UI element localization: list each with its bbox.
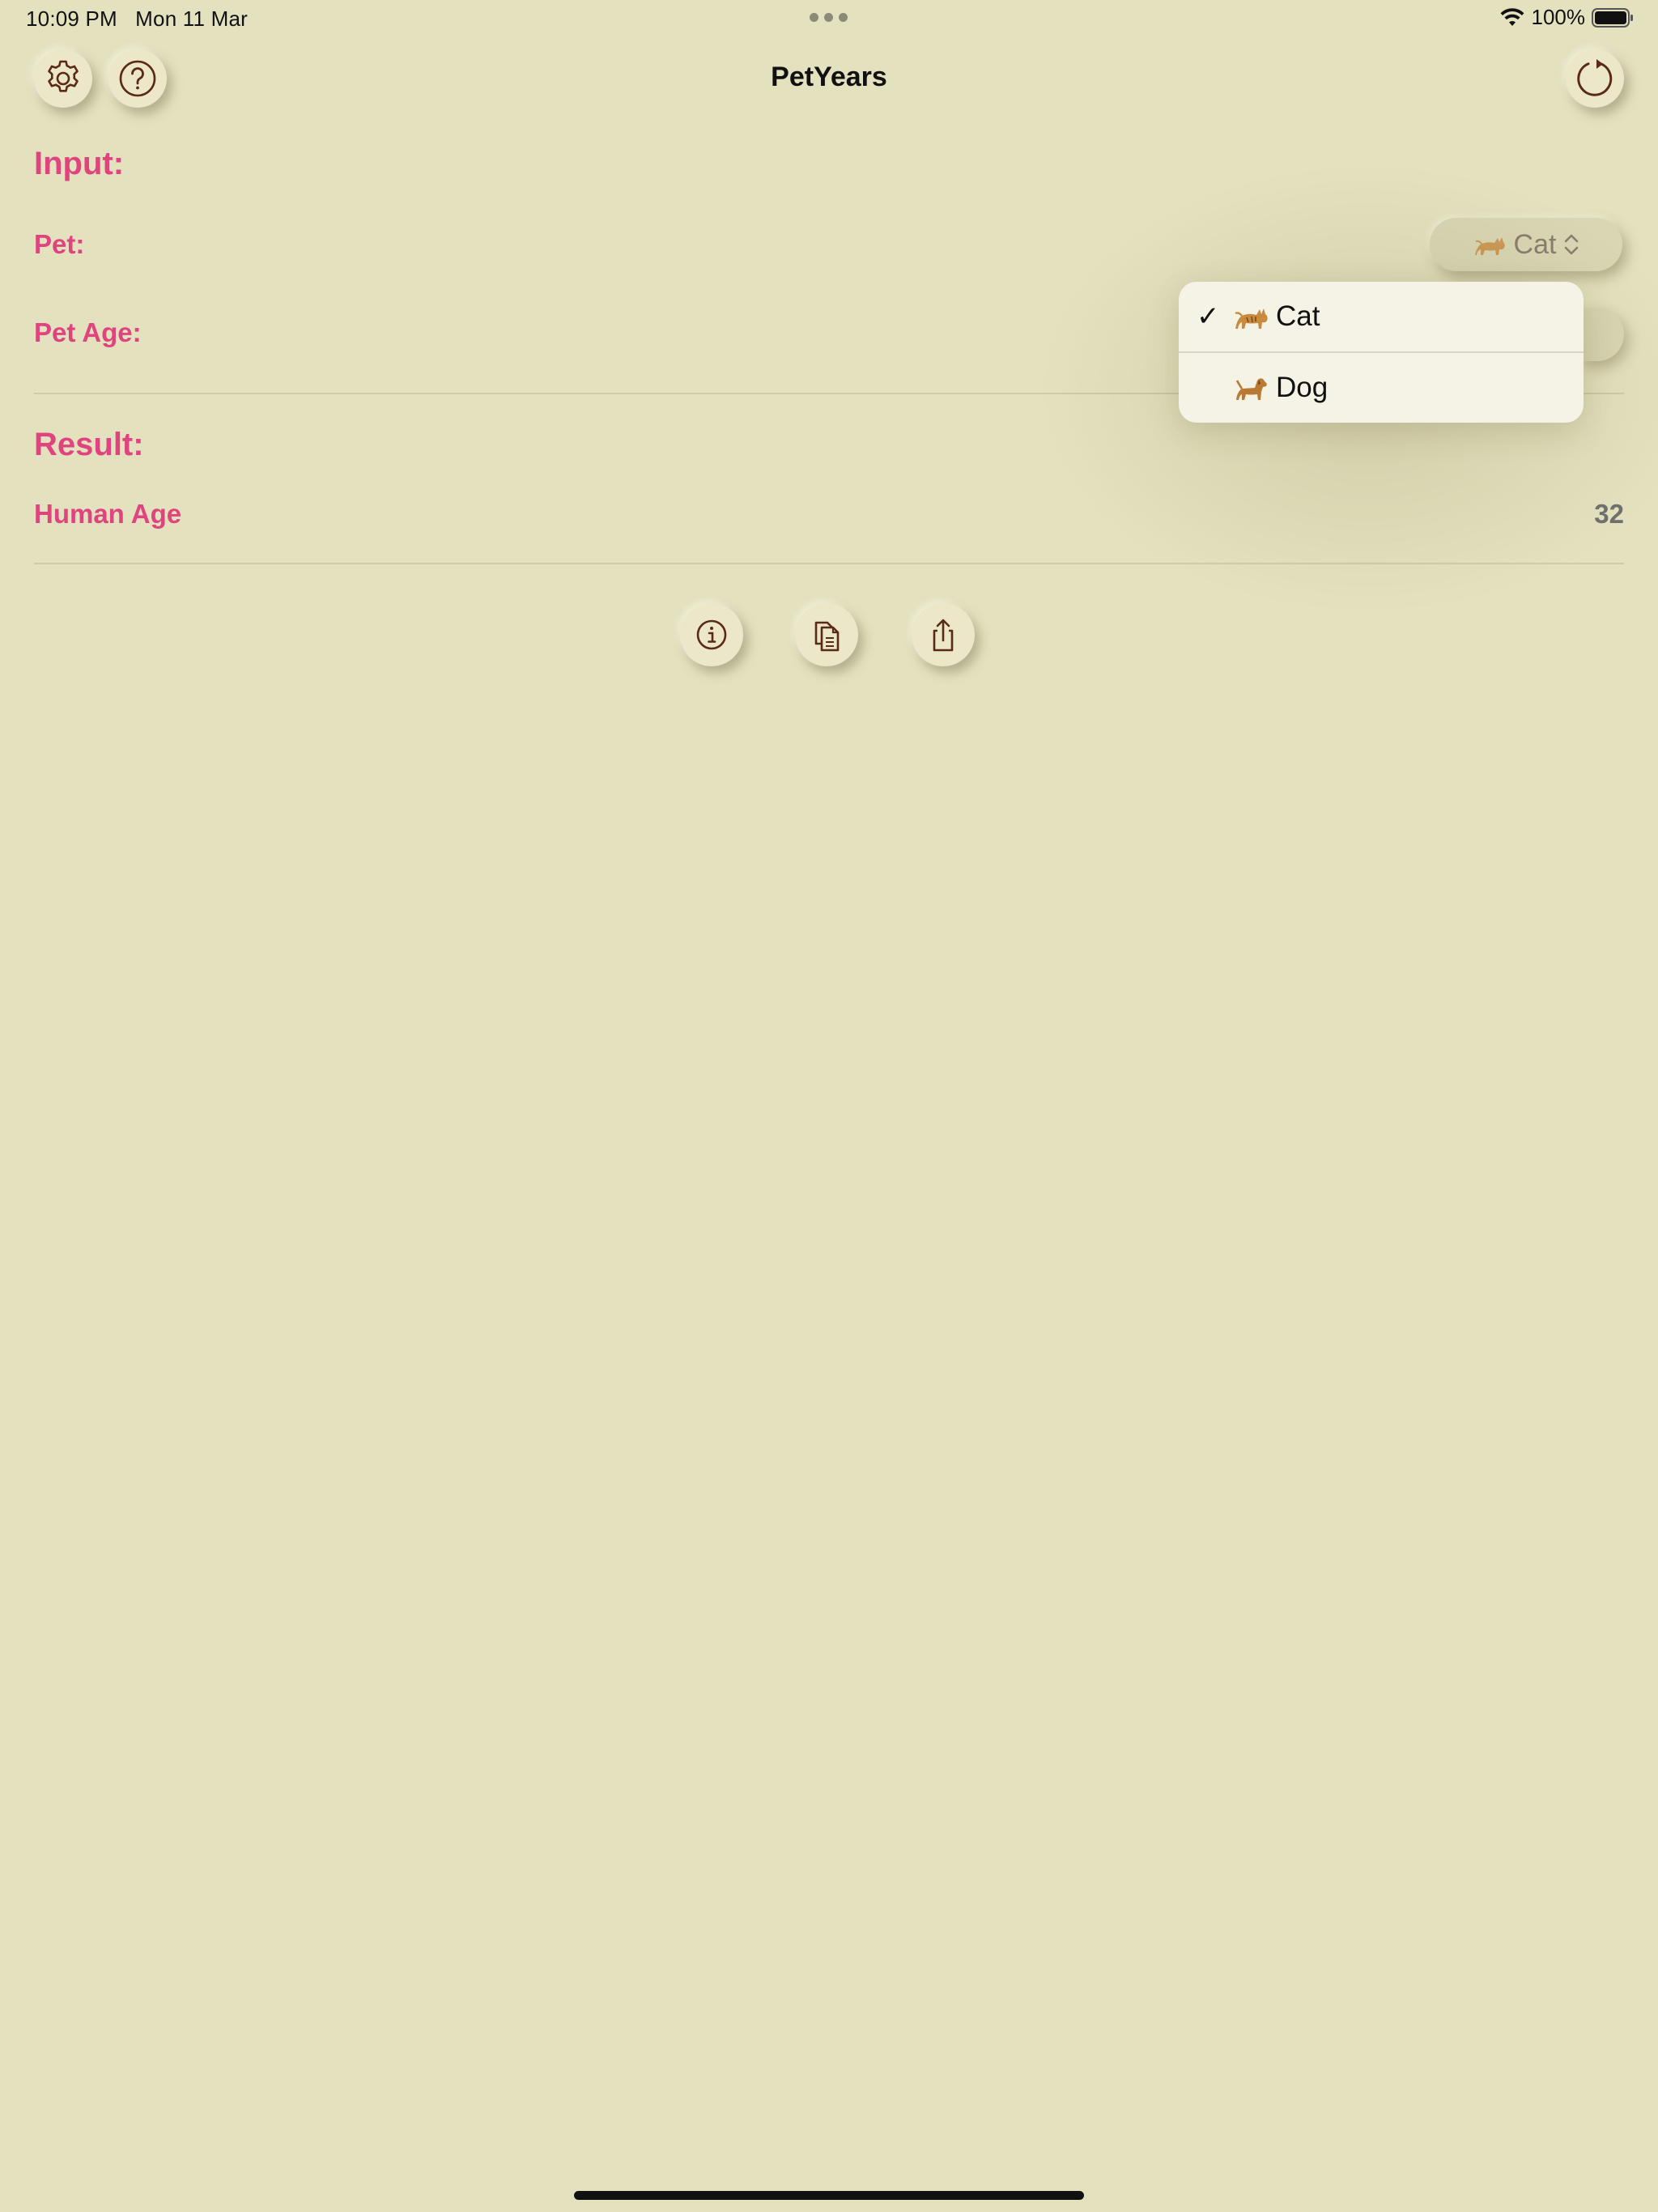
wifi-icon (1500, 7, 1524, 26)
status-time-date: 10:09 PM Mon 11 Mar (26, 6, 248, 32)
chevron-up-down-icon (1565, 234, 1579, 255)
result-section-title: Result: (34, 427, 144, 462)
cat-emoji-icon (1235, 308, 1268, 329)
copy-button[interactable] (795, 603, 858, 666)
result-divider (34, 563, 1624, 564)
human-age-label: Human Age (34, 499, 182, 529)
pet-dropdown-menu: ✓ Cat Dog (1179, 282, 1584, 423)
battery-percent: 100% (1531, 5, 1586, 29)
multitasking-dots[interactable] (810, 13, 848, 22)
pet-picker-value: Cat (1513, 228, 1557, 260)
input-section-title: Input: (34, 146, 125, 181)
pet-label: Pet: (34, 229, 85, 259)
battery-icon (1592, 7, 1633, 28)
info-icon (696, 619, 727, 650)
pet-picker-button[interactable]: Cat (1430, 218, 1622, 271)
share-icon (933, 619, 954, 652)
checkmark-icon: ✓ (1197, 301, 1220, 332)
info-button[interactable] (680, 603, 743, 666)
status-indicators: 100% (1499, 5, 1635, 30)
pet-age-field[interactable] (1579, 308, 1624, 361)
page-title: PetYears (771, 62, 887, 92)
share-button[interactable] (912, 603, 975, 666)
menu-item-cat[interactable]: ✓ Cat (1179, 282, 1584, 351)
menu-item-dog[interactable]: Dog (1179, 353, 1584, 423)
cat-emoji-icon (1474, 237, 1505, 255)
home-indicator[interactable] (574, 2191, 1084, 2200)
pet-age-label: Pet Age: (34, 317, 142, 347)
menu-item-cat-label: Cat (1276, 300, 1320, 332)
status-time: 10:09 PM (26, 6, 117, 31)
status-date: Mon 11 Mar (135, 6, 248, 31)
reset-icon (1577, 59, 1613, 96)
menu-item-dog-label: Dog (1276, 372, 1329, 403)
human-age-value: 32 (1594, 499, 1624, 529)
reset-button[interactable] (1566, 49, 1624, 108)
copy-icon (814, 621, 840, 652)
dog-emoji-icon (1235, 378, 1267, 400)
